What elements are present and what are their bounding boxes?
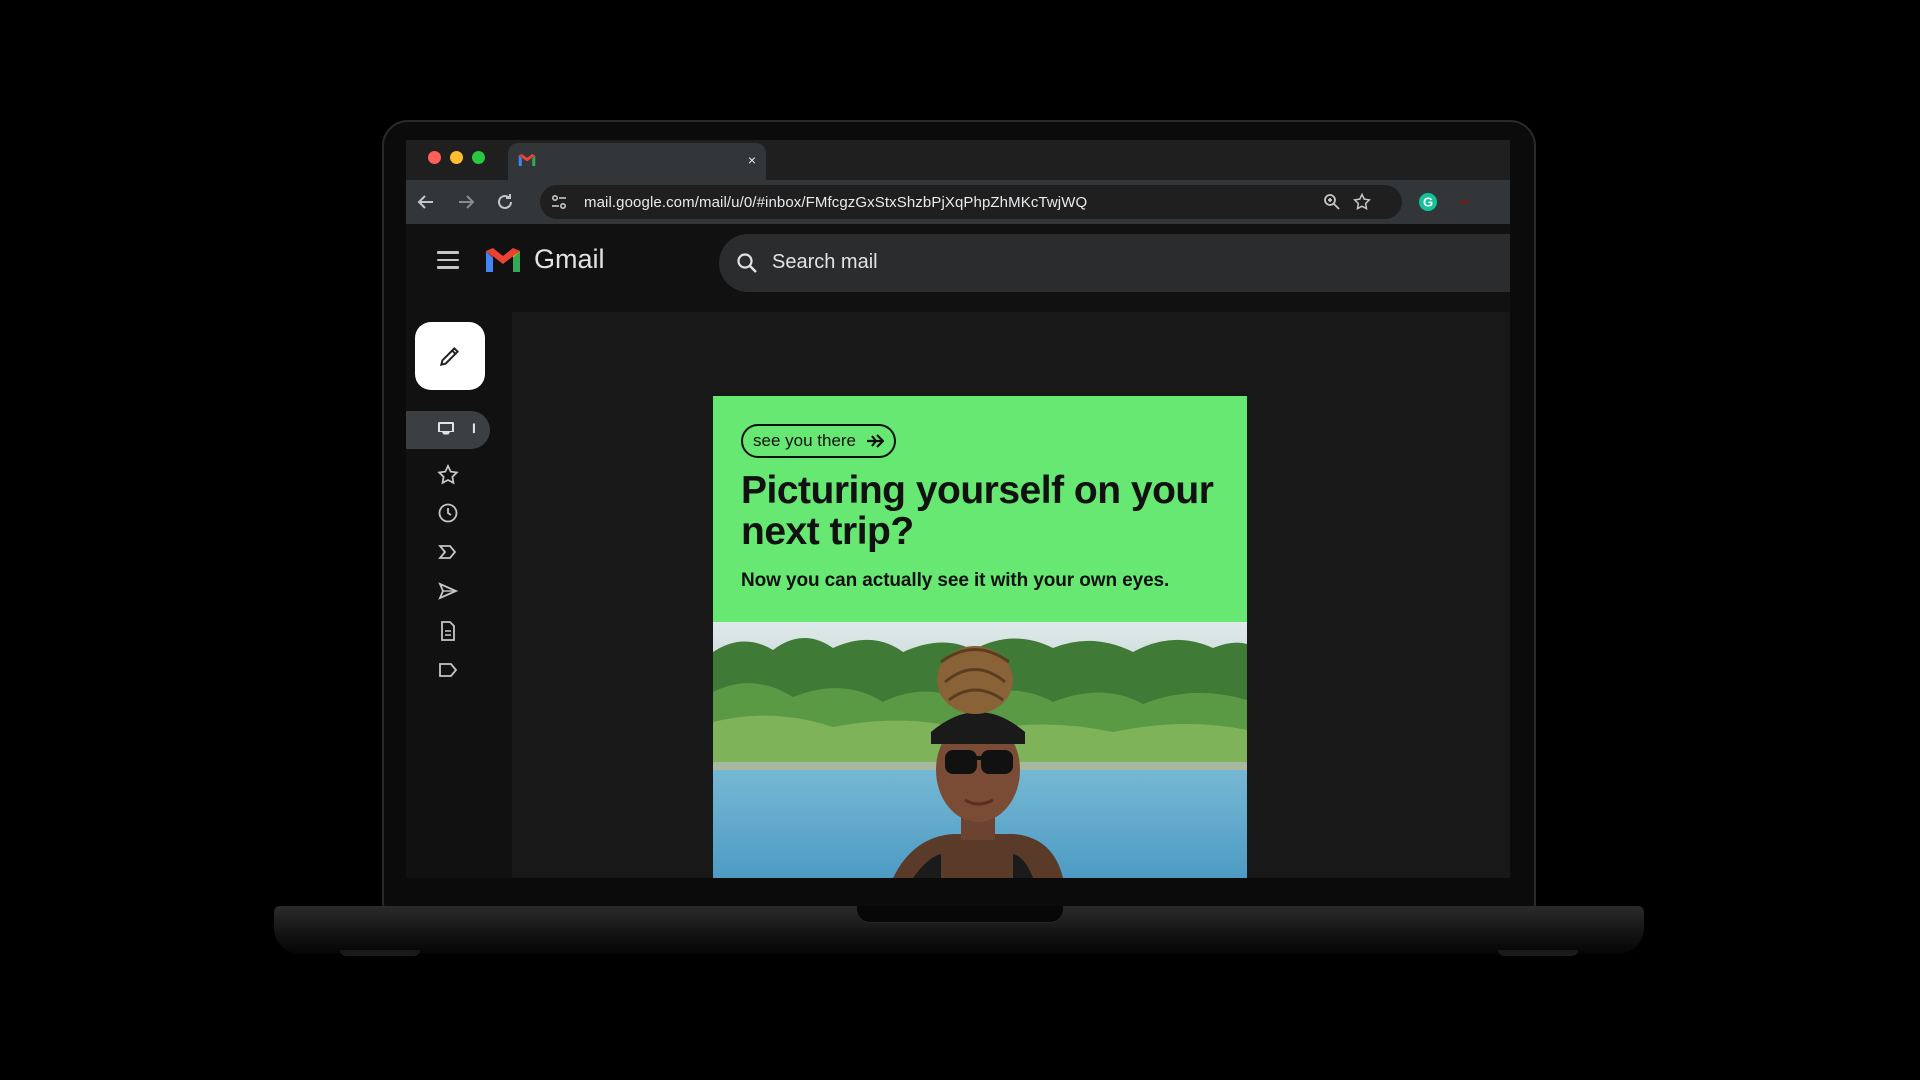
main-menu-icon[interactable] [437, 251, 459, 269]
bookmark-star-icon[interactable] [1352, 192, 1372, 212]
gmail-favicon-icon [518, 154, 536, 166]
compose-button[interactable] [415, 322, 485, 390]
sidebar-item-inbox[interactable]: I [406, 411, 490, 449]
reload-button[interactable] [493, 190, 517, 214]
laptop-notch [856, 906, 1064, 923]
snoozed-clock-icon[interactable] [436, 501, 460, 525]
reload-icon [498, 194, 512, 209]
ad-subline: Now you can actually see it with your ow… [741, 570, 1170, 591]
maximize-window-button[interactable] [472, 151, 485, 164]
starred-icon[interactable] [436, 463, 460, 487]
search-mail-input[interactable]: Search mail [719, 234, 1510, 292]
search-icon[interactable] [735, 251, 759, 275]
zoom-icon[interactable] [1322, 192, 1342, 212]
search-placeholder: Search mail [772, 251, 878, 273]
grammarly-extension-icon[interactable]: G [1418, 192, 1438, 217]
laptop-foot [1498, 950, 1578, 956]
back-arrow-icon [417, 195, 433, 209]
browser-tab-gmail[interactable]: × [508, 143, 766, 180]
drafts-icon[interactable] [436, 619, 460, 643]
important-icon[interactable] [436, 540, 460, 564]
minimize-window-button[interactable] [450, 151, 463, 164]
pencil-icon [439, 347, 459, 367]
see-you-there-pill: see you there [741, 424, 897, 458]
gmail-wordmark: Gmail [534, 244, 605, 274]
svg-text:G: G [1423, 195, 1433, 210]
forward-arrow-icon [459, 195, 475, 209]
laptop-screen: × mail.google.com/mail/u/0/#inbox/FMfcgz… [406, 140, 1510, 878]
email-content-pane: see you there Picturing yourself on your… [512, 312, 1510, 878]
close-window-button[interactable] [428, 151, 441, 164]
airplane-icon [867, 434, 885, 448]
gmail-app: Gmail Search mail I see you there Pictur… [406, 224, 1510, 878]
ad-headline: Picturing yourself on your next trip? [741, 469, 1214, 553]
label-icon[interactable] [436, 658, 460, 682]
url-text[interactable]: mail.google.com/mail/u/0/#inbox/FMfcgzGx… [584, 194, 1087, 211]
browser-toolbar: mail.google.com/mail/u/0/#inbox/FMfcgzGx… [406, 180, 1510, 224]
email-ad-image[interactable]: see you there Picturing yourself on your… [713, 396, 1247, 878]
gmail-logo-icon[interactable] [484, 246, 522, 274]
address-bar[interactable]: mail.google.com/mail/u/0/#inbox/FMfcgzGx… [540, 185, 1402, 219]
site-info-icon[interactable] [550, 193, 568, 211]
forward-button[interactable] [454, 190, 478, 214]
pill-text: see you there [753, 431, 857, 450]
laptop-foot [340, 950, 420, 956]
inbox-unread-count: I [472, 420, 476, 436]
extension-icon[interactable] [1460, 200, 1470, 203]
ad-banner: see you there Picturing yourself on your… [713, 396, 1247, 622]
back-button[interactable] [414, 190, 438, 214]
tab-strip: × [406, 140, 1510, 180]
sent-icon[interactable] [436, 579, 460, 603]
travel-photo [713, 622, 1247, 878]
inbox-icon [438, 422, 454, 438]
close-tab-icon[interactable]: × [748, 151, 756, 169]
